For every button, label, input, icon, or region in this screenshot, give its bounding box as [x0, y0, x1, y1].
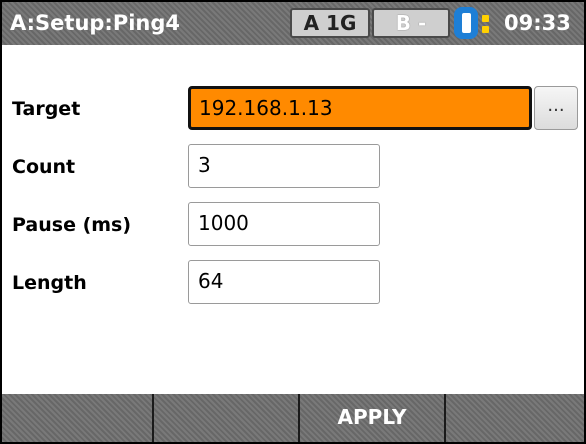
length-input[interactable]: 64 [188, 260, 380, 304]
target-row: Target 192.168.1.13 ... [2, 86, 584, 130]
port-b-status[interactable]: B - [372, 8, 450, 38]
clock: 09:33 [504, 11, 571, 35]
battery-icon [454, 7, 494, 39]
count-label: Count [12, 156, 76, 178]
target-input[interactable]: 192.168.1.13 [188, 86, 532, 130]
port-a-status[interactable]: A 1G [290, 8, 370, 38]
target-label: Target [12, 98, 81, 120]
pause-label: Pause (ms) [12, 214, 132, 236]
softkey-4[interactable] [446, 394, 584, 442]
length-label: Length [12, 272, 87, 294]
apply-button[interactable]: APPLY [300, 394, 446, 442]
ping-setup-screen: A:Setup:Ping4 A 1G B - 09:33 Target 192.… [2, 2, 584, 442]
count-row: Count 3 [2, 144, 584, 188]
title-bar: A:Setup:Ping4 A 1G B - 09:33 [2, 2, 584, 45]
screen-title: A:Setup:Ping4 [10, 11, 181, 35]
target-browse-button[interactable]: ... [534, 86, 578, 130]
softkey-2[interactable] [154, 394, 300, 442]
softkey-bar: APPLY [2, 394, 584, 442]
length-row: Length 64 [2, 260, 584, 304]
count-input[interactable]: 3 [188, 144, 380, 188]
pause-input[interactable]: 1000 [188, 202, 380, 246]
softkey-1[interactable] [2, 394, 154, 442]
pause-row: Pause (ms) 1000 [2, 202, 584, 246]
